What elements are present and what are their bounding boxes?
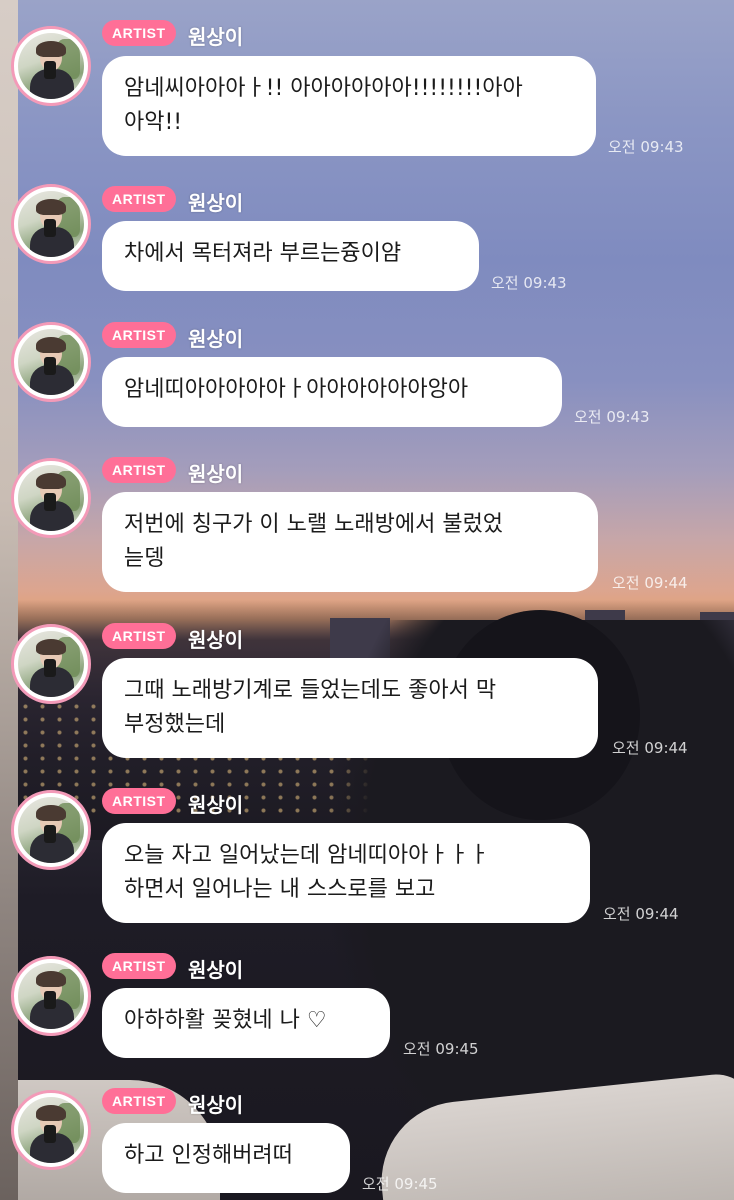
message-bubble[interactable]: 암네씨아아아ㅏ!! 아아아아아아!!!!!!!!아아 아악!!: [102, 56, 596, 156]
message-bubble[interactable]: 차에서 목터져라 부르는즁이얌: [102, 221, 479, 291]
avatar-photo: [18, 631, 84, 697]
artist-badge: ARTIST: [102, 457, 176, 483]
message-bubble[interactable]: 아하하활 꽂혔네 나 ♡: [102, 988, 390, 1058]
avatar-photo: [18, 963, 84, 1029]
profile-avatar[interactable]: [11, 26, 91, 106]
sender-name[interactable]: 원상이: [188, 187, 243, 216]
sender-name[interactable]: 원상이: [188, 21, 243, 50]
message-time: 오전 09:44: [612, 574, 688, 592]
message-bubble[interactable]: 저번에 칭구가 이 노랠 노래방에서 불렀었 늗뎅: [102, 492, 598, 592]
artist-badge: ARTIST: [102, 788, 176, 814]
profile-avatar[interactable]: [11, 184, 91, 264]
artist-badge: ARTIST: [102, 186, 176, 212]
sender-name[interactable]: 원상이: [188, 624, 243, 653]
artist-badge: ARTIST: [102, 20, 176, 46]
message-time: 오전 09:43: [491, 274, 567, 292]
sender-name[interactable]: 원상이: [188, 1089, 243, 1118]
profile-avatar[interactable]: [11, 458, 91, 538]
profile-avatar[interactable]: [11, 624, 91, 704]
message-bubble[interactable]: 오늘 자고 일어났는데 암네띠아아ㅏㅏㅏ 하면서 일어나는 내 스스로를 보고: [102, 823, 590, 923]
profile-avatar[interactable]: [11, 956, 91, 1036]
message-time: 오전 09:43: [574, 408, 650, 426]
artist-badge: ARTIST: [102, 1088, 176, 1114]
profile-avatar[interactable]: [11, 322, 91, 402]
avatar-photo: [18, 797, 84, 863]
message-bubble[interactable]: 그때 노래방기계로 들었는데도 좋아서 막 부정했는데: [102, 658, 598, 758]
profile-avatar[interactable]: [11, 790, 91, 870]
avatar-photo: [18, 1097, 84, 1163]
artist-badge: ARTIST: [102, 322, 176, 348]
message-time: 오전 09:43: [608, 138, 684, 156]
chat-thread: ARTIST 원상이 암네씨아아아ㅏ!! 아아아아아아!!!!!!!!아아 아악…: [0, 0, 734, 1200]
message-bubble[interactable]: 암네띠아아아아아ㅏ아아아아아아앙아: [102, 357, 562, 427]
sender-name[interactable]: 원상이: [188, 954, 243, 983]
avatar-photo: [18, 191, 84, 257]
message-time: 오전 09:44: [603, 905, 679, 923]
message-bubble[interactable]: 하고 인정해버려떠: [102, 1123, 350, 1193]
sender-name[interactable]: 원상이: [188, 323, 243, 352]
avatar-photo: [18, 329, 84, 395]
message-time: 오전 09:45: [403, 1040, 479, 1058]
message-time: 오전 09:44: [612, 739, 688, 757]
sender-name[interactable]: 원상이: [188, 789, 243, 818]
artist-badge: ARTIST: [102, 623, 176, 649]
message-time: 오전 09:45: [362, 1175, 438, 1193]
artist-badge: ARTIST: [102, 953, 176, 979]
avatar-photo: [18, 465, 84, 531]
profile-avatar[interactable]: [11, 1090, 91, 1170]
avatar-photo: [18, 33, 84, 99]
sender-name[interactable]: 원상이: [188, 458, 243, 487]
